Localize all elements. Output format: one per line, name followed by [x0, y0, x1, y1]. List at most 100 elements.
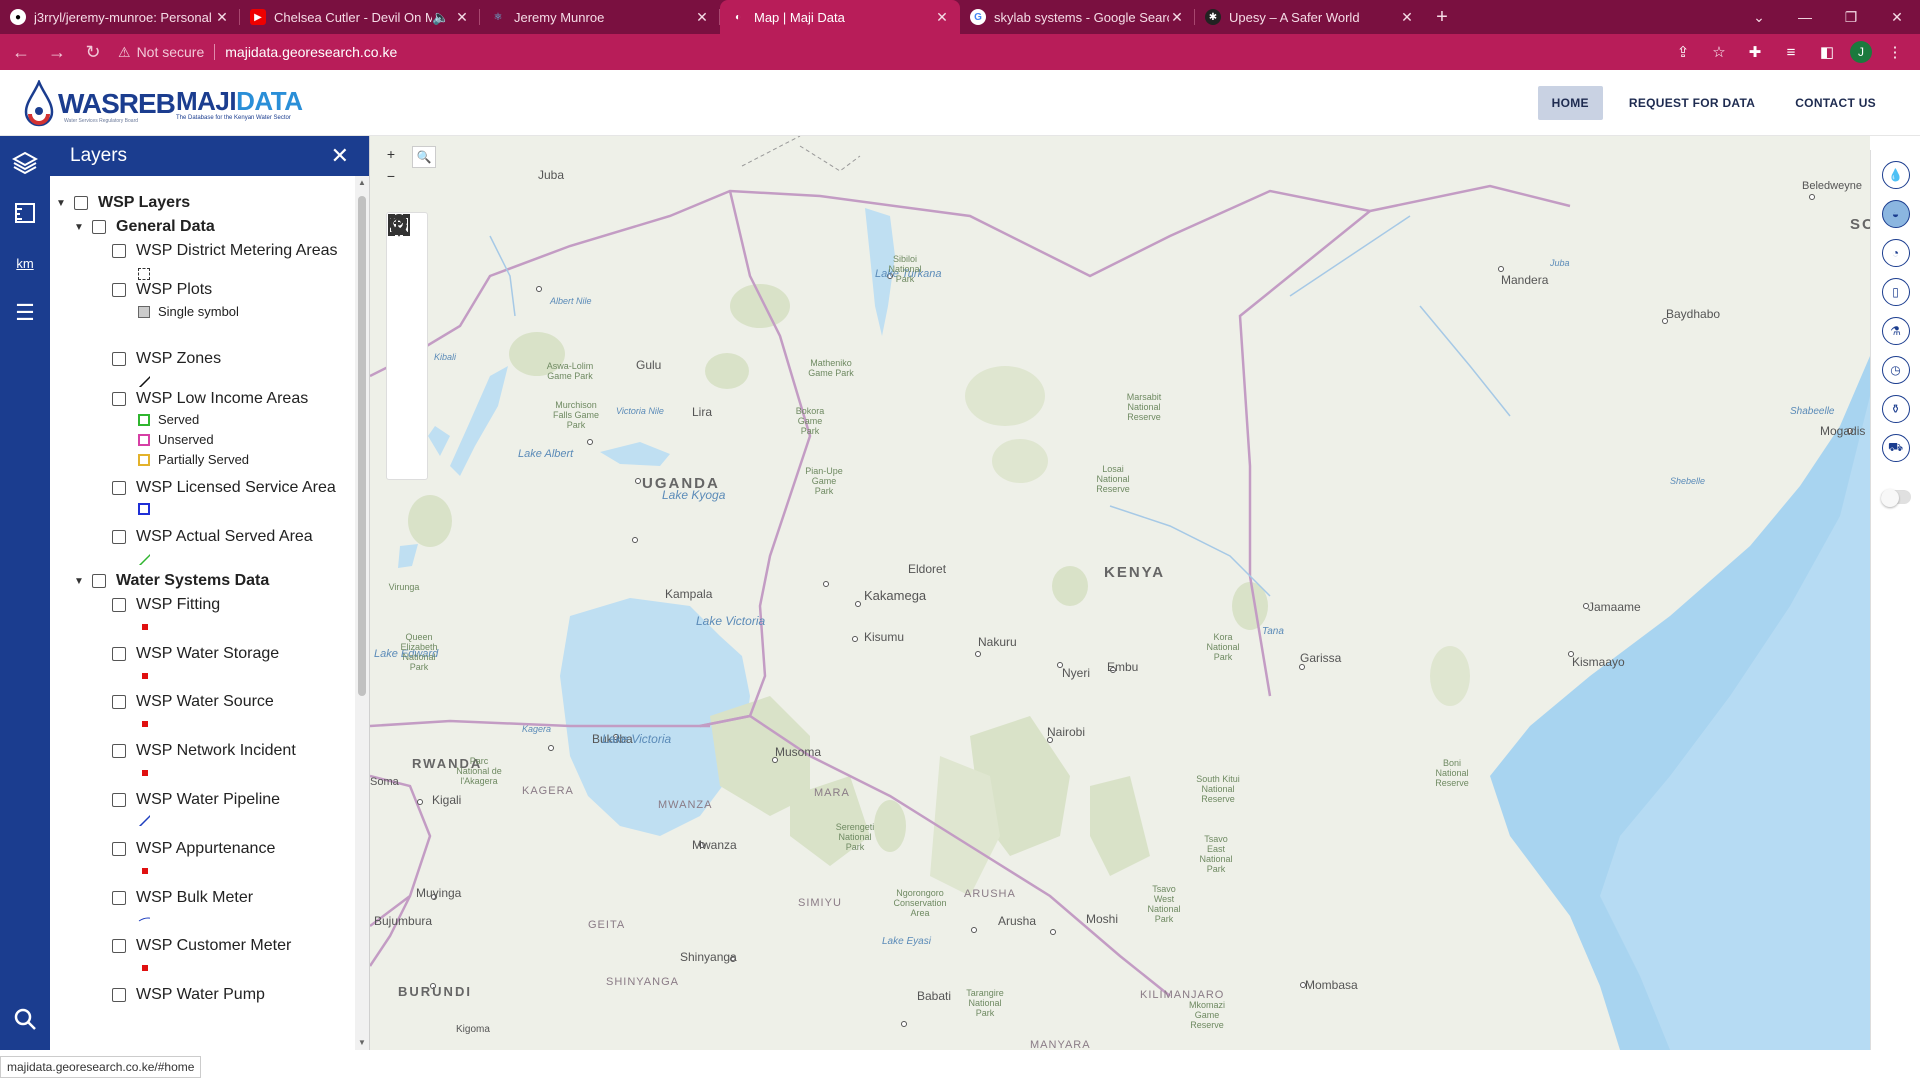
layer-item: WSP Water Pump — [112, 986, 265, 1004]
refresh-icon[interactable] — [387, 214, 427, 479]
layer-checkbox[interactable] — [112, 283, 126, 297]
map-canvas[interactable]: UGANDA KENYA RWANDA BURUNDI SO Juba Gulu… — [370, 136, 1870, 1050]
zoom-out-button[interactable]: − — [380, 168, 402, 190]
map-label-city: Jamaame — [1588, 600, 1641, 614]
tab-close-icon[interactable]: ✕ — [1169, 9, 1185, 26]
minimize-button[interactable]: — — [1782, 0, 1828, 34]
fullscreen-icon[interactable] — [387, 214, 427, 327]
layer-checkbox[interactable] — [112, 939, 126, 953]
browser-tab[interactable]: G skylab systems - Google Search ✕ — [960, 0, 1195, 34]
close-icon[interactable]: ✕ — [331, 143, 349, 169]
legend-label: Unserved — [158, 432, 214, 447]
chevron-down-icon[interactable]: ▼ — [74, 222, 86, 233]
layer-checkbox[interactable] — [112, 352, 126, 366]
browser-tab[interactable]: ⚛ Jeremy Munroe ✕ — [480, 0, 720, 34]
chevron-down-icon[interactable]: ▼ — [74, 576, 86, 587]
new-tab-button[interactable]: + — [1425, 0, 1459, 34]
map-label-city: Kampala — [665, 587, 713, 601]
layer-checkbox[interactable] — [112, 392, 126, 406]
measure-ruler-icon[interactable] — [0, 188, 50, 238]
layer-checkbox[interactable] — [112, 744, 126, 758]
clock-widget-icon[interactable]: ◷ — [1881, 356, 1910, 384]
map-label-country: BURUNDI — [398, 984, 472, 999]
search-icon[interactable] — [0, 994, 50, 1044]
scroll-up-icon[interactable]: ▲ — [355, 176, 369, 190]
layers-icon[interactable] — [0, 138, 50, 188]
map-search-icon[interactable]: 🔍 — [412, 146, 436, 168]
flask-widget-icon[interactable]: ⚗ — [1881, 317, 1910, 345]
address-bar[interactable]: ⚠ Not secure majidata.georesearch.co.ke — [118, 38, 1638, 66]
link-status-bar: majidata.georesearch.co.ke/#home — [0, 1056, 202, 1078]
map-label-water: Shebelle — [1670, 476, 1706, 486]
majidata-logo[interactable]: MAJIDATA The Database for the Kenyan Wat… — [176, 86, 303, 121]
layer-checkbox[interactable] — [92, 220, 106, 234]
cup-widget-icon[interactable]: ▯ — [1881, 278, 1910, 306]
chevron-down-icon[interactable]: ▼ — [56, 198, 68, 209]
tank-widget-icon[interactable]: ◒ — [1881, 200, 1910, 228]
tab-search-icon[interactable]: ⌄ — [1736, 0, 1782, 34]
side-panel-icon[interactable]: ◧ — [1814, 38, 1840, 66]
reload-button[interactable]: ↻ — [78, 37, 108, 67]
layer-checkbox[interactable] — [112, 530, 126, 544]
gauge-widget-icon[interactable]: ◔ — [1881, 239, 1910, 267]
layer-checkbox[interactable] — [112, 793, 126, 807]
layer-checkbox[interactable] — [112, 891, 126, 905]
overlay-toggle[interactable] — [1880, 489, 1911, 507]
layer-group-general: ▼ General Data — [74, 218, 215, 236]
speaker-icon[interactable]: 🔈 — [432, 9, 449, 26]
nav-home[interactable]: HOME — [1537, 86, 1603, 120]
tab-close-icon[interactable]: ✕ — [214, 9, 230, 26]
layer-checkbox[interactable] — [92, 574, 106, 588]
nav-contact-us[interactable]: CONTACT US — [1781, 86, 1890, 120]
legend-label: Partially Served — [158, 452, 250, 467]
layer-checkbox[interactable] — [74, 196, 88, 210]
tab-close-icon[interactable]: ✕ — [1399, 9, 1415, 26]
layer-checkbox[interactable] — [112, 244, 126, 258]
profile-avatar[interactable]: J — [1850, 41, 1872, 63]
nav-request-for-data[interactable]: REQUEST FOR DATA — [1615, 86, 1769, 120]
layer-checkbox[interactable] — [112, 988, 126, 1002]
image-export-icon[interactable] — [387, 215, 427, 365]
tab-close-icon[interactable]: ✕ — [454, 9, 470, 26]
tab-close-icon[interactable]: ✕ — [694, 9, 710, 26]
layer-checkbox[interactable] — [112, 842, 126, 856]
truck-widget-icon[interactable]: ⛟ — [1881, 434, 1910, 462]
layer-checkbox[interactable] — [112, 647, 126, 661]
browser-tab-active[interactable]: ◐ Map | Maji Data ✕ — [720, 0, 960, 34]
zoom-in-button[interactable]: + — [380, 146, 402, 168]
wasreb-logo[interactable]: WASREB Water Services Regulatory Board — [22, 78, 176, 130]
browser-tab[interactable]: ▶ Chelsea Cutler - Devil On My 🔈 ✕ — [240, 0, 480, 34]
list-menu-icon[interactable]: ☰ — [0, 288, 50, 338]
layer-checkbox[interactable] — [112, 695, 126, 709]
back-button[interactable]: ← — [6, 37, 36, 67]
extent-icon[interactable] — [387, 216, 427, 403]
partially-served-swatch-icon — [138, 453, 150, 466]
share-icon[interactable]: ⇪ — [1670, 38, 1696, 66]
scrollbar-thumb[interactable] — [358, 196, 366, 696]
scale-km-button[interactable]: km — [0, 238, 50, 288]
water-drop-widget-icon[interactable]: 💧 — [1881, 161, 1910, 189]
forward-button[interactable]: → — [42, 37, 72, 67]
layer-checkbox[interactable] — [112, 598, 126, 612]
layer-label: WSP Bulk Meter — [136, 889, 254, 906]
layer-checkbox[interactable] — [112, 481, 126, 495]
restore-button[interactable]: ❐ — [1828, 0, 1874, 34]
browser-tab[interactable]: ● j3rryl/jeremy-munroe: Personal P ✕ — [0, 0, 240, 34]
browser-menu-icon[interactable]: ⋮ — [1882, 38, 1908, 66]
bottle-widget-icon[interactable]: ⚱ — [1881, 395, 1910, 423]
extensions-icon[interactable]: ✚ — [1742, 38, 1768, 66]
location-pin-icon[interactable] — [387, 214, 427, 441]
majidata-icon: ◐ — [734, 11, 742, 23]
bookmark-star-icon[interactable]: ☆ — [1706, 38, 1732, 66]
layer-group-root: ▼ WSP Layers — [56, 194, 190, 212]
scroll-down-icon[interactable]: ▼ — [355, 1036, 369, 1050]
layer-item: WSP Appurtenance — [112, 840, 275, 858]
layer-item: WSP Bulk Meter — [112, 889, 253, 907]
layers-scrollbar[interactable]: ▲ ▼ — [355, 176, 369, 1050]
map-label-city: Gulu — [636, 358, 662, 372]
reading-list-icon[interactable]: ≡ — [1778, 38, 1804, 66]
tab-close-icon[interactable]: ✕ — [934, 9, 950, 26]
browser-tab[interactable]: ✱ Upesy – A Safer World ✕ — [1195, 0, 1425, 34]
close-window-button[interactable]: ✕ — [1874, 0, 1920, 34]
zoom-out-icon[interactable] — [387, 215, 427, 289]
